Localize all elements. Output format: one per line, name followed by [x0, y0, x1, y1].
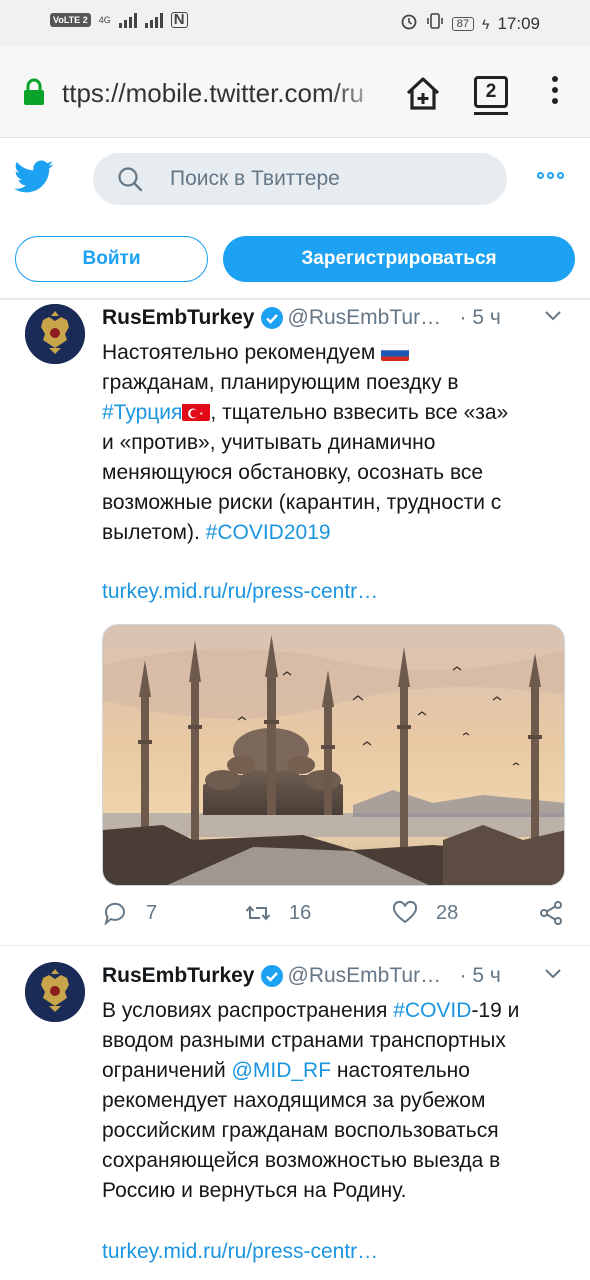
author-name[interactable]: RusEmbTurkey [102, 306, 255, 330]
address-fade [330, 74, 390, 114]
mosque-photo-icon [103, 625, 564, 885]
charging-icon: ϟ [482, 15, 490, 32]
mention-link[interactable]: @MID_RF [232, 1059, 331, 1082]
author-handle[interactable]: @RusEmbTur… [288, 964, 448, 988]
chevron-down-icon[interactable] [544, 968, 562, 980]
reply-button[interactable]: 7 [102, 900, 157, 926]
search-placeholder: Поиск в Твиттере [170, 167, 340, 190]
hashtag-link[interactable]: #Турция [102, 401, 182, 424]
tweet-header: RusEmbTurkey @RusEmbTur… · 5 ч [102, 306, 501, 330]
avatar[interactable] [25, 304, 85, 364]
reply-icon [104, 902, 125, 926]
hashtag-link[interactable]: #COVID2019 [206, 521, 331, 544]
status-left: VoLTE 2 4G N [50, 12, 188, 28]
coat-of-arms-icon [25, 962, 85, 1022]
tabs-button[interactable]: 2 [474, 76, 508, 115]
tweet-time[interactable]: · 5 ч [460, 964, 501, 988]
nfc-icon: N [170, 12, 188, 28]
turkey-flag-icon [182, 402, 211, 421]
tweet-text: В условиях распространения #COVID-19 и в… [102, 999, 520, 1202]
tweet-text: Настоятельно рекомендуем гражданам, план… [102, 341, 509, 544]
avatar[interactable] [25, 962, 85, 1022]
tweet[interactable]: RusEmbTurkey @RusEmbTur… · 5 ч Настоятел… [0, 300, 590, 946]
status-bar: VoLTE 2 4G N 87 ϟ 17:09 [0, 0, 590, 46]
alarm-icon [400, 12, 418, 35]
more-options-icon[interactable] [537, 172, 564, 179]
verified-icon [260, 307, 283, 329]
status-right: 87 ϟ 17:09 [400, 12, 540, 35]
tweet-time[interactable]: · 5 ч [460, 306, 501, 330]
twitter-bird-icon[interactable] [14, 160, 54, 194]
tweet-link[interactable]: turkey.mid.ru/ru/press-centr… [102, 580, 378, 604]
like-count: 28 [436, 901, 459, 924]
retweet-button[interactable]: 16 [245, 900, 311, 926]
search-input[interactable]: Поиск в Твиттере [93, 153, 507, 205]
coat-of-arms-icon [25, 304, 85, 364]
browser-menu-icon[interactable] [548, 76, 562, 110]
heart-icon [392, 900, 418, 924]
browser-toolbar: ttps://mobile.twitter.com/ru 2 [0, 46, 590, 138]
retweet-count: 16 [289, 901, 312, 924]
lock-icon[interactable] [22, 78, 46, 106]
signal-icon-2 [144, 12, 163, 28]
share-icon [540, 901, 562, 925]
tweet-divider [0, 945, 590, 946]
russia-flag-icon [381, 342, 410, 361]
like-button[interactable]: 28 [392, 900, 458, 926]
search-icon [118, 167, 143, 192]
battery-indicator: 87 [451, 16, 475, 31]
chevron-down-icon[interactable] [544, 310, 562, 322]
signal-icon [118, 12, 137, 28]
verified-icon [260, 965, 283, 987]
clock: 17:09 [497, 13, 540, 33]
tweet-media-image[interactable] [102, 624, 565, 886]
signup-button[interactable]: Зарегистрироваться [223, 236, 575, 282]
login-button[interactable]: Войти [15, 236, 208, 282]
retweet-icon [245, 905, 271, 921]
tweet-header: RusEmbTurkey @RusEmbTur… · 5 ч [102, 964, 501, 988]
hashtag-link[interactable]: #COVID [393, 999, 471, 1022]
tweet-actions: 7 16 28 [102, 900, 564, 930]
home-icon[interactable] [404, 74, 442, 112]
vibrate-icon [426, 12, 444, 35]
author-name[interactable]: RusEmbTurkey [102, 964, 255, 988]
author-handle[interactable]: @RusEmbTur… [288, 306, 448, 330]
tweet[interactable]: RusEmbTurkey @RusEmbTur… · 5 ч В условия… [0, 958, 590, 1280]
volte-badge: VoLTE 2 [50, 13, 91, 27]
reply-count: 7 [146, 901, 158, 924]
tweet-link[interactable]: turkey.mid.ru/ru/press-centr… [102, 1240, 378, 1264]
share-button[interactable] [538, 900, 564, 926]
network-type: 4G [98, 15, 111, 25]
